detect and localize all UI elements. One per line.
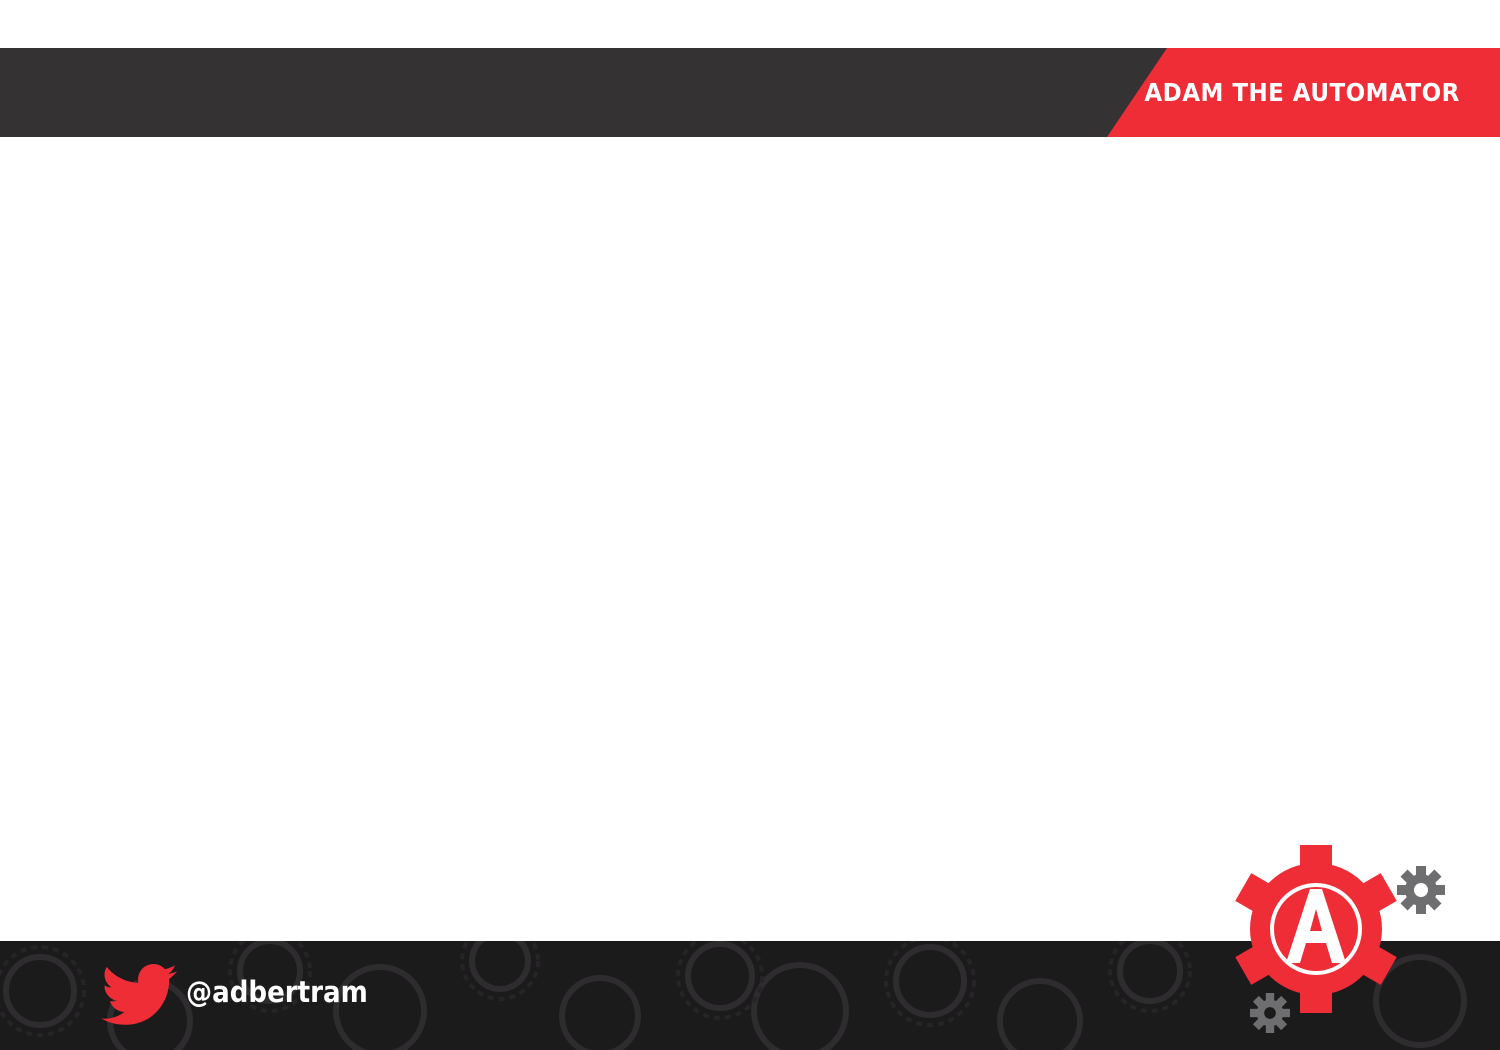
gear-a-logo-icon bbox=[1235, 845, 1397, 1013]
brand-title: ADAM THE AUTOMATOR bbox=[1144, 78, 1460, 107]
twitter-handle[interactable]: @adbertram bbox=[186, 975, 368, 1009]
gear-icon bbox=[1397, 866, 1445, 914]
twitter-bird-icon[interactable] bbox=[100, 964, 180, 1028]
slide-content-area bbox=[0, 137, 1500, 941]
gear-icon bbox=[1250, 993, 1290, 1033]
